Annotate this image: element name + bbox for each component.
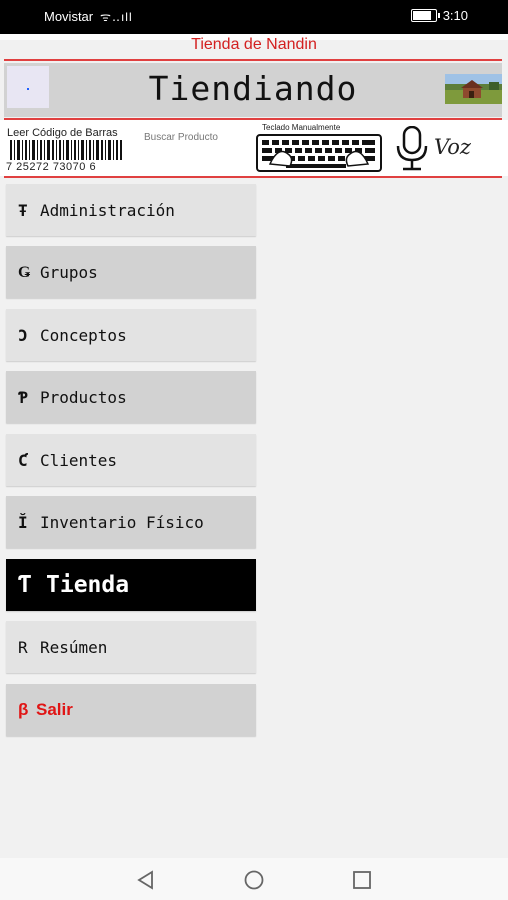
barcode-scan-button[interactable]: Leer Código de Barras 7 25272 73070 6 [4, 124, 128, 174]
home-icon[interactable] [243, 870, 265, 890]
menu-item-productos[interactable]: Ƥ Productos [6, 371, 256, 423]
app-title: Tiendiando [148, 69, 358, 108]
menu-item-label: Productos [40, 387, 127, 407]
menu-item-label: Inventario Físico [40, 512, 204, 532]
barcode-label: Leer Código de Barras [7, 127, 118, 139]
store-icon: Ƭ [18, 572, 32, 598]
menu-item-label: Administración [40, 200, 175, 220]
concepts-icon: Ɔ [18, 325, 28, 345]
menu-item-clientes[interactable]: Ƈ Clientes [6, 434, 256, 486]
voice-label: Voz [434, 135, 471, 159]
exit-icon: β [18, 700, 29, 719]
menu-item-inventario-fisico[interactable]: Ĭ Inventario Físico [6, 496, 256, 548]
menu-item-label: Tienda [46, 572, 130, 598]
signal-icon: ᯤ‥ıll [100, 10, 133, 24]
back-icon[interactable] [136, 870, 156, 890]
menu-item-grupos[interactable]: Ǥ Grupos [6, 246, 256, 298]
menu-item-resumen[interactable]: R Resúmen [6, 621, 256, 673]
microphone-icon [396, 126, 428, 171]
input-tools-row: Leer Código de Barras 7 25272 73070 6 Bu… [0, 120, 508, 176]
battery-icon [410, 9, 440, 22]
menu-item-label: Resúmen [40, 637, 108, 657]
manual-keyboard-button[interactable]: Teclado Manualmente [254, 123, 382, 173]
barcode-icon [10, 140, 122, 160]
menu-item-label: Salir [36, 700, 73, 719]
groups-icon: Ǥ [18, 262, 31, 281]
menu-item-administracion[interactable]: Ŧ Administración [6, 184, 256, 236]
menu-item-salir[interactable]: β Salir [6, 684, 256, 736]
clock: 3:10 [442, 8, 468, 23]
menu-item-label: Conceptos [40, 325, 127, 345]
menu-item-label: Grupos [40, 262, 98, 282]
voice-search-button[interactable]: Voz [392, 123, 502, 173]
products-icon: Ƥ [18, 387, 28, 407]
landscape-image-icon [445, 74, 502, 104]
status-right: 3:10 [410, 8, 468, 23]
divider [4, 176, 502, 178]
keyboard-label: Teclado Manualmente [262, 123, 341, 132]
status-bar: Movistar ᯤ‥ıll 3:10 [0, 0, 508, 34]
recents-icon[interactable] [352, 870, 372, 890]
store-name: Tienda de Nandin [191, 36, 317, 53]
summary-icon: R [18, 637, 28, 657]
menu-item-conceptos[interactable]: Ɔ Conceptos [6, 309, 256, 361]
clients-icon: Ƈ [18, 450, 28, 470]
system-nav-bar [0, 858, 508, 900]
barcode-digits: 7 25272 73070 6 [6, 161, 97, 173]
inventory-icon: Ĭ [18, 512, 28, 532]
menu-item-tienda[interactable]: Ƭ Tienda [6, 559, 256, 611]
app-banner: Tiendiando [4, 63, 502, 117]
menu-item-label: Clientes [40, 450, 118, 470]
divider [4, 59, 502, 61]
carrier-name: Movistar [44, 9, 94, 24]
admin-icon: Ŧ [18, 200, 28, 220]
keyboard-icon [256, 134, 382, 172]
search-product-button[interactable]: Buscar Producto [144, 132, 218, 143]
